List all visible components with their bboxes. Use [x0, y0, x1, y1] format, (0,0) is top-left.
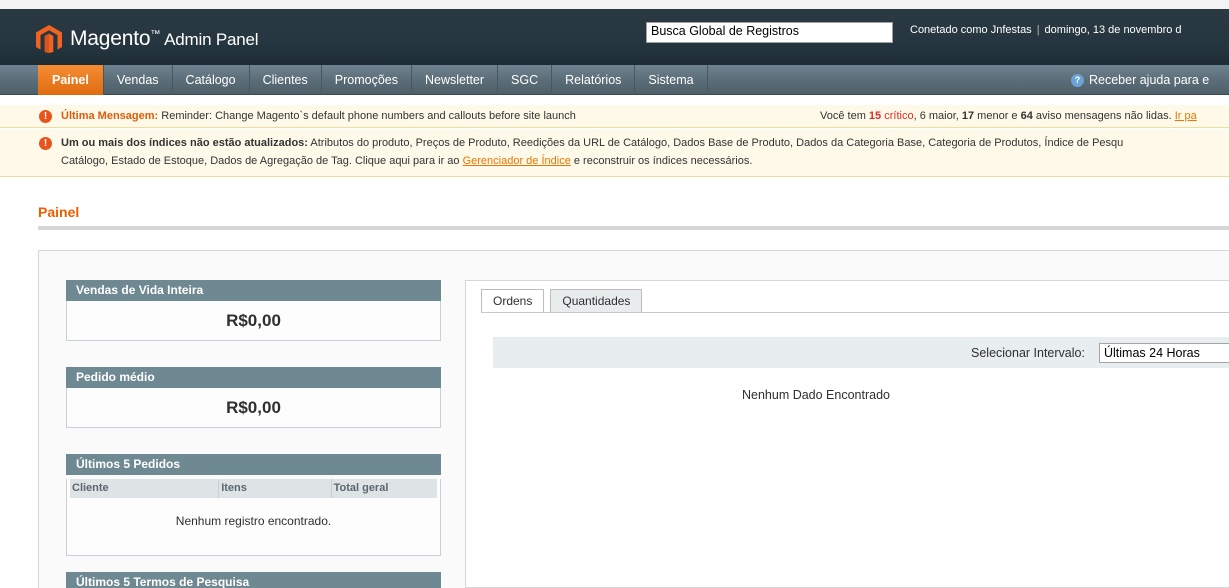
- index-notice-line1: Um ou mais dos índices não estão atualiz…: [61, 137, 1123, 149]
- summary-prefix: Você tem: [820, 110, 869, 122]
- nav-item-promocoes[interactable]: Promoções: [322, 65, 412, 95]
- nav-item-painel[interactable]: Painel: [38, 65, 104, 95]
- messages-summary: Você tem 15 crítico, 6 maior, 17 menor e…: [820, 110, 1197, 122]
- minor-text: menor e: [974, 110, 1021, 122]
- last-orders-header: Cliente Itens Total geral: [70, 479, 437, 498]
- index-notice-text3: e reconstruir os índices necessários.: [570, 155, 753, 167]
- header-separator: |: [1036, 24, 1040, 36]
- range-label: Selecionar Intervalo:: [971, 346, 1085, 360]
- error-icon: !: [39, 137, 52, 150]
- header-date: domingo, 13 de novembro d: [1044, 24, 1182, 36]
- title-divider: [38, 226, 1229, 230]
- notice-count: 64: [1020, 110, 1033, 122]
- brand-main: Magento: [70, 27, 151, 50]
- brand-title: Magento™ Admin Panel: [70, 27, 259, 51]
- tab-divider: [481, 312, 1229, 313]
- lifetime-sales-box: Vendas de Vida Inteira R$0,00: [66, 280, 441, 341]
- index-notice-line2: Catálogo, Estado de Estoque, Dados de Ag…: [61, 155, 752, 167]
- last-orders-empty: Nenhum registro encontrado.: [175, 514, 332, 528]
- brand-sub: Admin Panel: [164, 30, 259, 49]
- average-order-value: R$0,00: [226, 398, 281, 417]
- latest-message-label: Última Mensagem:: [61, 110, 159, 122]
- last-orders-title: Últimos 5 Pedidos: [66, 454, 441, 475]
- tab-ordens[interactable]: Ordens: [481, 289, 545, 313]
- critical-label: crítico: [884, 110, 914, 122]
- index-notice: ! Um ou mais dos índices não estão atual…: [0, 129, 1229, 177]
- nav-item-sgc[interactable]: SGC: [498, 65, 553, 95]
- nav-item-vendas[interactable]: Vendas: [104, 65, 173, 95]
- nav-menu: Painel Vendas Catálogo Clientes Promoçõe…: [38, 65, 708, 95]
- help-icon: ?: [1071, 73, 1084, 87]
- tab-quantidades[interactable]: Quantidades: [550, 289, 643, 313]
- last-search-title: Últimos 5 Termos de Pesquisa: [66, 572, 441, 588]
- average-order-box: Pedido médio R$0,00: [66, 367, 441, 428]
- column-cliente[interactable]: Cliente: [70, 479, 220, 498]
- nav-item-catalogo[interactable]: Catálogo: [173, 65, 250, 95]
- column-itens[interactable]: Itens: [219, 479, 332, 498]
- header: Magento™ Admin Panel Busca Global de Regi…: [0, 9, 1229, 65]
- major-count: , 6 maior,: [913, 110, 962, 122]
- logged-in-label: Conetado como Jnfestas: [910, 24, 1032, 36]
- chart-tabs: Ordens Quantidades: [481, 289, 648, 313]
- error-icon: !: [39, 110, 52, 123]
- index-notice-label: Um ou mais dos índices não estão atualiz…: [61, 137, 308, 149]
- read-messages-link[interactable]: Ir pa: [1175, 110, 1197, 122]
- column-total-geral[interactable]: Total geral: [332, 479, 437, 498]
- index-notice-text2: Catálogo, Estado de Estoque, Dados de Ag…: [61, 155, 463, 167]
- range-select[interactable]: Últimas 24 Horas: [1099, 343, 1229, 363]
- help-link[interactable]: ? Receber ajuda para e: [1071, 65, 1209, 95]
- header-user-info: Conetado como Jnfestas | domingo, 13 de no…: [910, 24, 1182, 36]
- last-search-box: Últimos 5 Termos de Pesquisa: [66, 572, 441, 588]
- global-search-input[interactable]: Busca Global de Registros: [646, 22, 893, 43]
- critical-count: 15: [868, 110, 882, 122]
- latest-message-text: Reminder: Change Magento`s default phone…: [161, 110, 576, 122]
- orders-chart-area: Ordens Quantidades Selecionar Intervalo:…: [465, 280, 1229, 588]
- range-bar: Selecionar Intervalo: Últimas 24 Horas: [493, 337, 1229, 368]
- notice-text: aviso mensagens não lidas.: [1032, 110, 1175, 122]
- latest-message-notice: ! Última Mensagem: Reminder: Change Mage…: [0, 105, 1229, 128]
- index-notice-text: Atributos do produto, Preços de Produto,…: [307, 137, 1124, 149]
- magento-logo[interactable]: Magento™ Admin Panel: [36, 24, 259, 54]
- lifetime-sales-title: Vendas de Vida Inteira: [66, 280, 441, 301]
- index-management-link[interactable]: Gerenciador de Índice: [463, 155, 571, 167]
- minor-count: 17: [961, 110, 975, 122]
- brand-trademark: ™: [150, 29, 161, 40]
- help-label: Receber ajuda para e: [1089, 73, 1210, 87]
- page-title: Painel: [38, 204, 80, 220]
- last-orders-box: Últimos 5 Pedidos Cliente Itens Total ge…: [66, 454, 441, 556]
- average-order-title: Pedido médio: [66, 367, 441, 388]
- nav-item-newsletter[interactable]: Newsletter: [412, 65, 499, 95]
- magento-logo-icon: [36, 25, 62, 53]
- nav-item-sistema[interactable]: Sistema: [635, 65, 708, 95]
- nav-item-relatorios[interactable]: Relatórios: [552, 65, 636, 95]
- lifetime-sales-value: R$0,00: [226, 311, 281, 330]
- no-data-message: Nenhum Dado Encontrado: [741, 388, 890, 402]
- main-nav: Painel Vendas Catálogo Clientes Promoçõe…: [0, 65, 1229, 95]
- latest-message: Última Mensagem: Reminder: Change Magent…: [61, 110, 576, 122]
- nav-item-clientes[interactable]: Clientes: [250, 65, 322, 95]
